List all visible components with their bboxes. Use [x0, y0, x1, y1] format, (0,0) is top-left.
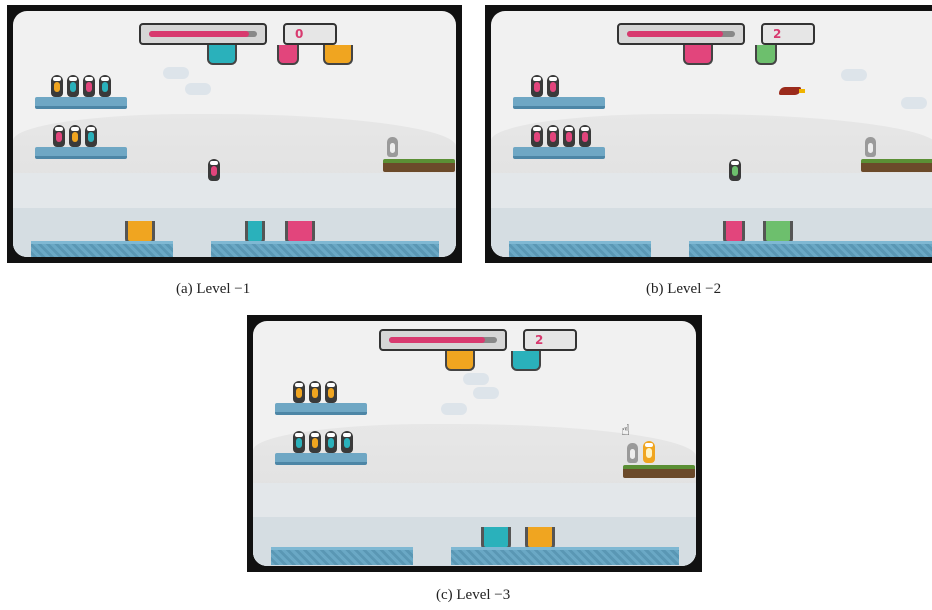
game-scene: 2 [491, 11, 932, 257]
penguin[interactable] [531, 125, 543, 147]
penguin[interactable] [325, 381, 337, 403]
waiting-penguin-slot [865, 137, 876, 157]
hand-pointer-icon: ☝ [621, 421, 631, 439]
penguin[interactable] [99, 75, 111, 97]
falling-penguin[interactable] [208, 159, 220, 181]
penguin[interactable] [293, 381, 305, 403]
penguin[interactable] [531, 75, 543, 97]
cloud [473, 387, 499, 399]
cloud [463, 373, 489, 385]
penguin[interactable] [579, 125, 591, 147]
caption-b: (b) Level −2 [646, 281, 722, 297]
ice-ground-right [689, 241, 932, 257]
panel-level-1: 0 [7, 5, 462, 263]
cloud [441, 403, 467, 415]
ice-shelf-top [513, 97, 605, 109]
grass-ledge [861, 159, 932, 172]
ice-ground-left [509, 241, 651, 257]
dispenser-cyan [511, 351, 541, 371]
ice-shelf-bottom [513, 147, 605, 159]
panel-level-2: 2 [485, 5, 932, 263]
falling-penguin[interactable] [729, 159, 741, 181]
progress-bar [139, 23, 267, 45]
ice-shelf-bottom [275, 453, 367, 465]
waiting-penguin-slot [387, 137, 398, 157]
game-frame: 2 [485, 5, 932, 263]
game-scene: 2 ☝ [253, 321, 696, 566]
penguin[interactable] [85, 125, 97, 147]
dispenser-orange [323, 45, 353, 65]
dispenser-pink [277, 45, 299, 65]
ice-shelf-bottom [35, 147, 127, 159]
game-frame: 2 ☝ [247, 315, 702, 572]
score-display: 2 [523, 329, 577, 351]
grass-ledge [623, 465, 695, 478]
ice-ground-left [271, 547, 413, 565]
ice-ground-right [211, 241, 439, 257]
penguin[interactable] [547, 75, 559, 97]
progress-bar [617, 23, 745, 45]
progress-bar [379, 329, 507, 351]
dispenser-orange [445, 351, 475, 371]
ice-ground-right [451, 547, 679, 565]
dispenser-cyan [207, 45, 237, 65]
penguin[interactable] [53, 125, 65, 147]
selected-penguin[interactable] [643, 441, 655, 463]
ice-shelf-top [35, 97, 127, 109]
progress-fill [389, 337, 485, 343]
score-display: 2 [761, 23, 815, 45]
caption-a: (a) Level −1 [176, 281, 251, 297]
ice-shelf-top [275, 403, 367, 415]
penguin[interactable] [309, 381, 321, 403]
panel-level-3: 2 ☝ [247, 315, 702, 572]
cloud [901, 97, 927, 109]
cloud [841, 69, 867, 81]
penguin[interactable] [67, 75, 79, 97]
penguin[interactable] [563, 125, 575, 147]
dispenser-green [755, 45, 777, 65]
bird-beak [799, 89, 805, 93]
progress-fill [149, 31, 249, 37]
penguin[interactable] [341, 431, 353, 453]
penguin[interactable] [309, 431, 321, 453]
penguin[interactable] [69, 125, 81, 147]
ice-ground-left [31, 241, 173, 257]
game-scene: 0 [13, 11, 456, 257]
cloud [185, 83, 211, 95]
progress-fill [627, 31, 723, 37]
penguin[interactable] [547, 125, 559, 147]
cloud [163, 67, 189, 79]
penguin[interactable] [51, 75, 63, 97]
grass-ledge [383, 159, 455, 172]
caption-c: (c) Level −3 [436, 587, 511, 603]
bird-icon [779, 87, 801, 95]
waiting-penguin-slot [627, 443, 638, 463]
dispenser-pink [683, 45, 713, 65]
score-display: 0 [283, 23, 337, 45]
penguin[interactable] [325, 431, 337, 453]
game-frame: 0 [7, 5, 462, 263]
penguin[interactable] [83, 75, 95, 97]
penguin[interactable] [293, 431, 305, 453]
